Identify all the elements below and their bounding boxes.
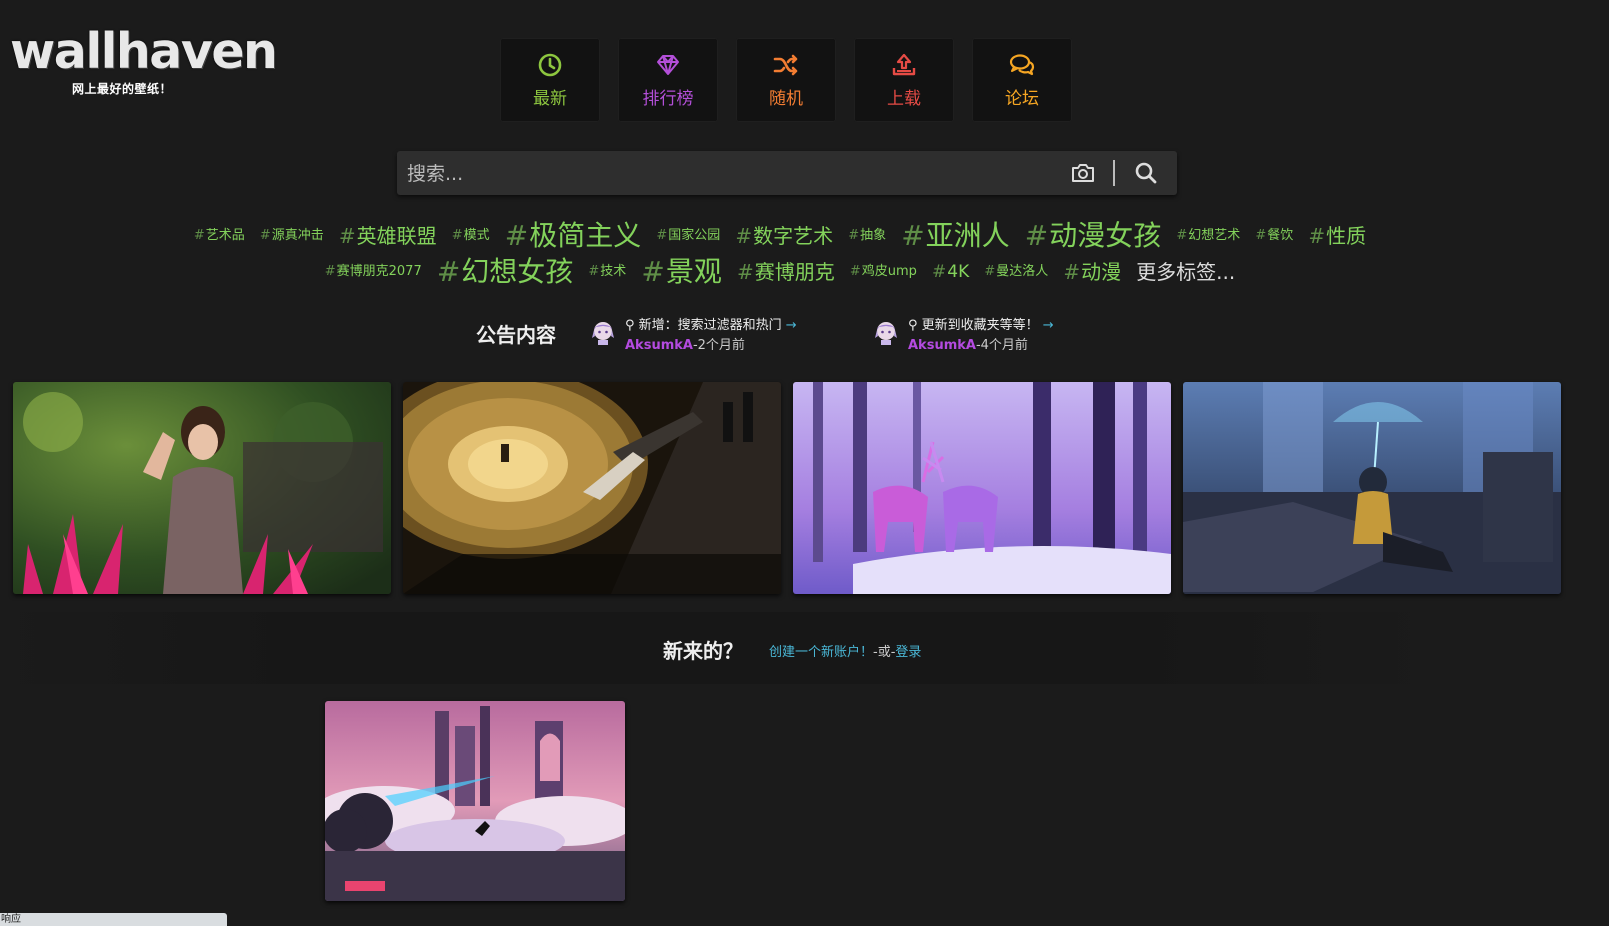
announcement-time: -2个月前 [692, 338, 745, 353]
upload-icon [891, 52, 917, 82]
tag-link[interactable]: #亚洲人 [901, 219, 1009, 252]
tag-link[interactable]: #极简主义 [505, 219, 641, 252]
or-separator: -或- [873, 645, 896, 660]
tag-link[interactable]: #赛博朋克2077 [325, 264, 422, 279]
tag-link[interactable]: #幻想艺术 [1176, 228, 1240, 243]
search-input[interactable] [405, 151, 1049, 197]
tag-row-1: #艺术品 #源真冲击 #英雄联盟 #模式 #极简主义 #国家公园 #数字艺术 #… [180, 217, 1380, 254]
tag-link[interactable]: #源真冲击 [260, 228, 324, 243]
nav-toplist-label: 排行榜 [642, 88, 694, 109]
tag-link[interactable]: #英雄联盟 [339, 224, 437, 248]
nav-latest-label: 最新 [533, 88, 567, 109]
search-bar [397, 151, 1177, 197]
thumbnail-purple-deer[interactable] [793, 382, 1171, 594]
nav-forums-label: 论坛 [1005, 88, 1039, 109]
tag-link[interactable]: #幻想女孩 [437, 255, 573, 288]
logo-text: wallhaven [10, 23, 278, 80]
tag-link[interactable]: #艺术品 [194, 228, 245, 243]
arrow-right-icon: → [1042, 318, 1054, 333]
tag-link[interactable]: #动漫 [1063, 260, 1121, 284]
thumbnail-anime-umbrella[interactable] [1183, 382, 1561, 594]
tag-link[interactable]: #抽象 [848, 228, 886, 243]
search-icon[interactable] [1134, 161, 1158, 185]
nav-random-label: 随机 [769, 88, 803, 109]
nav-latest-button[interactable]: 最新 [500, 38, 600, 122]
announcement-meta: AksumkA-2个月前 [625, 334, 745, 353]
announcement-text[interactable]: ⚲ 新增：搜索过滤器和热门 → [625, 314, 797, 333]
search-divider [1113, 160, 1115, 186]
tag-link[interactable]: #性质 [1308, 224, 1366, 248]
thumbnail-vinyl-record[interactable] [403, 382, 781, 594]
announcement-time: -4个月前 [975, 338, 1028, 353]
shuffle-icon [773, 52, 799, 82]
tag-link[interactable]: #数字艺术 [735, 224, 833, 248]
nav-random-button[interactable]: 随机 [736, 38, 836, 122]
diamond-icon [655, 52, 681, 82]
nav-upload-button[interactable]: 上载 [854, 38, 954, 122]
signup-prompt: 新来的？ 创建一个新账户！-或-登录 [0, 612, 1430, 684]
tag-cloud: #艺术品 #源真冲击 #英雄联盟 #模式 #极简主义 #国家公园 #数字艺术 #… [180, 217, 1380, 290]
tag-link[interactable]: #国家公园 [656, 228, 720, 243]
nav-forums-button[interactable]: 论坛 [972, 38, 1072, 122]
tag-link[interactable]: #模式 [452, 228, 490, 243]
tag-link[interactable]: #4K [932, 262, 969, 282]
new-here-heading: 新来的？ [663, 639, 743, 663]
tag-link[interactable]: #赛博朋克 [737, 260, 835, 284]
signup-links: 创建一个新账户！-或-登录 [769, 641, 921, 660]
logo-slogan: 网上最好的壁纸！ [72, 82, 173, 96]
nav-toplist-button[interactable]: 排行榜 [618, 38, 718, 122]
avatar [590, 318, 616, 346]
camera-icon[interactable] [1071, 162, 1095, 184]
announcement-text[interactable]: ⚲ 更新到收藏夹等等！ → [908, 314, 1054, 333]
browser-status-bar: 响应 [0, 913, 227, 926]
clock-icon [537, 52, 563, 82]
create-account-link[interactable]: 创建一个新账户！ [769, 645, 873, 660]
nav-upload-label: 上载 [887, 88, 921, 109]
announcement-author[interactable]: AksumkA [625, 338, 693, 353]
tag-link[interactable]: #餐饮 [1255, 228, 1293, 243]
more-tags-link[interactable]: 更多标签... [1136, 260, 1235, 284]
tag-link[interactable]: #动漫女孩 [1025, 219, 1161, 252]
featured-thumbnails [13, 382, 1561, 594]
announcement-meta: AksumkA-4个月前 [908, 334, 1028, 353]
login-link[interactable]: 登录 [895, 645, 921, 660]
main-nav: 最新 排行榜 随机 上载 论坛 [500, 38, 1072, 122]
logo[interactable]: wallhaven 网上最好的壁纸！ [10, 23, 278, 97]
tag-link[interactable]: #技术 [588, 264, 626, 279]
announcements-title: 公告内容 [476, 323, 556, 347]
pin-icon: ⚲ [625, 318, 635, 333]
comments-icon [1009, 52, 1035, 82]
avatar [873, 318, 899, 346]
tag-link[interactable]: #曼达洛人 [984, 264, 1048, 279]
pin-icon: ⚲ [908, 318, 918, 333]
announcement-author[interactable]: AksumkA [908, 338, 976, 353]
tag-link[interactable]: #景观 [641, 255, 721, 288]
tag-row-2: #赛博朋克2077 #幻想女孩 #技术 #景观 #赛博朋克 #鸡皮ump #4K… [180, 254, 1380, 291]
arrow-right-icon: → [785, 318, 797, 333]
tag-link[interactable]: #鸡皮ump [850, 264, 917, 279]
thumbnail-portrait-woman[interactable] [13, 382, 391, 594]
featured-wallpaper-thumbnail[interactable] [325, 701, 625, 901]
